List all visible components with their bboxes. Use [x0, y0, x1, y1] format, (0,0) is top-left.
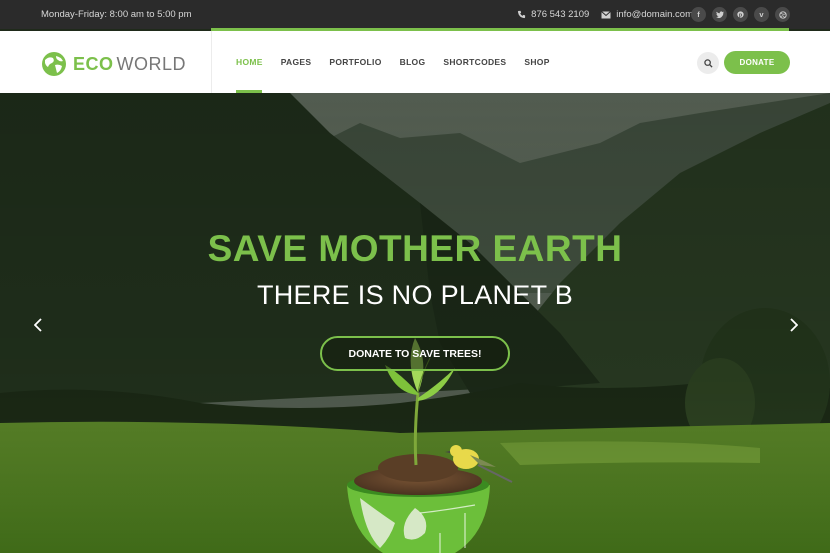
hero-subheadline: THERE IS NO PLANET B — [256, 280, 574, 310]
search-button[interactable] — [697, 52, 719, 74]
slider-prev-arrow[interactable] — [30, 313, 46, 337]
donate-button[interactable]: DONATE — [724, 51, 790, 74]
logo-eco-text: ECO — [73, 53, 114, 74]
slider-next-arrow[interactable] — [786, 313, 802, 337]
email-link[interactable]: info@domain.com — [601, 9, 693, 20]
site-logo[interactable]: ECO WORLD — [41, 51, 186, 77]
dribbble-icon[interactable] — [775, 7, 790, 22]
header-divider — [211, 31, 212, 93]
pinterest-icon[interactable]: p — [733, 7, 748, 22]
phone-link[interactable]: 876 543 2109 — [517, 9, 589, 20]
nav-pages[interactable]: PAGES — [281, 57, 312, 67]
svg-text:p: p — [739, 12, 742, 18]
business-hours: Monday-Friday: 8:00 am to 5:00 pm — [41, 9, 192, 20]
twitter-icon[interactable] — [712, 7, 727, 22]
chevron-left-icon — [34, 318, 42, 332]
hero-slider: SAVE MOTHER EARTH THERE IS NO PLANET B D… — [0, 93, 830, 553]
hero-background — [0, 93, 830, 553]
contact-info: 876 543 2109 info@domain.com — [517, 9, 693, 20]
main-nav: HOME PAGES PORTFOLIO BLOG SHORTCODES SHO… — [236, 57, 568, 67]
facebook-icon[interactable]: f — [691, 7, 706, 22]
donate-to-save-trees-button[interactable]: DONATE TO SAVE TREES! — [320, 336, 510, 371]
nav-shortcodes[interactable]: SHORTCODES — [443, 57, 506, 67]
hero-headline: SAVE MOTHER EARTH — [207, 228, 623, 269]
nav-blog[interactable]: BLOG — [400, 57, 426, 67]
phone-icon — [518, 10, 526, 19]
social-links: f p v — [691, 7, 790, 22]
email-address: info@domain.com — [616, 9, 693, 20]
logo-world-text: WORLD — [116, 53, 187, 74]
nav-portfolio[interactable]: PORTFOLIO — [329, 57, 381, 67]
search-icon — [703, 58, 713, 68]
vimeo-icon[interactable]: v — [754, 7, 769, 22]
chevron-right-icon — [790, 318, 798, 332]
nav-home[interactable]: HOME — [236, 57, 263, 67]
globe-icon — [42, 52, 66, 76]
nav-shop[interactable]: SHOP — [524, 57, 549, 67]
top-bar: Monday-Friday: 8:00 am to 5:00 pm 876 54… — [0, 0, 830, 29]
site-header: ECO WORLD HOME PAGES PORTFOLIO BLOG SHOR… — [0, 31, 830, 93]
phone-number: 876 543 2109 — [531, 9, 590, 20]
envelope-icon — [601, 10, 612, 18]
